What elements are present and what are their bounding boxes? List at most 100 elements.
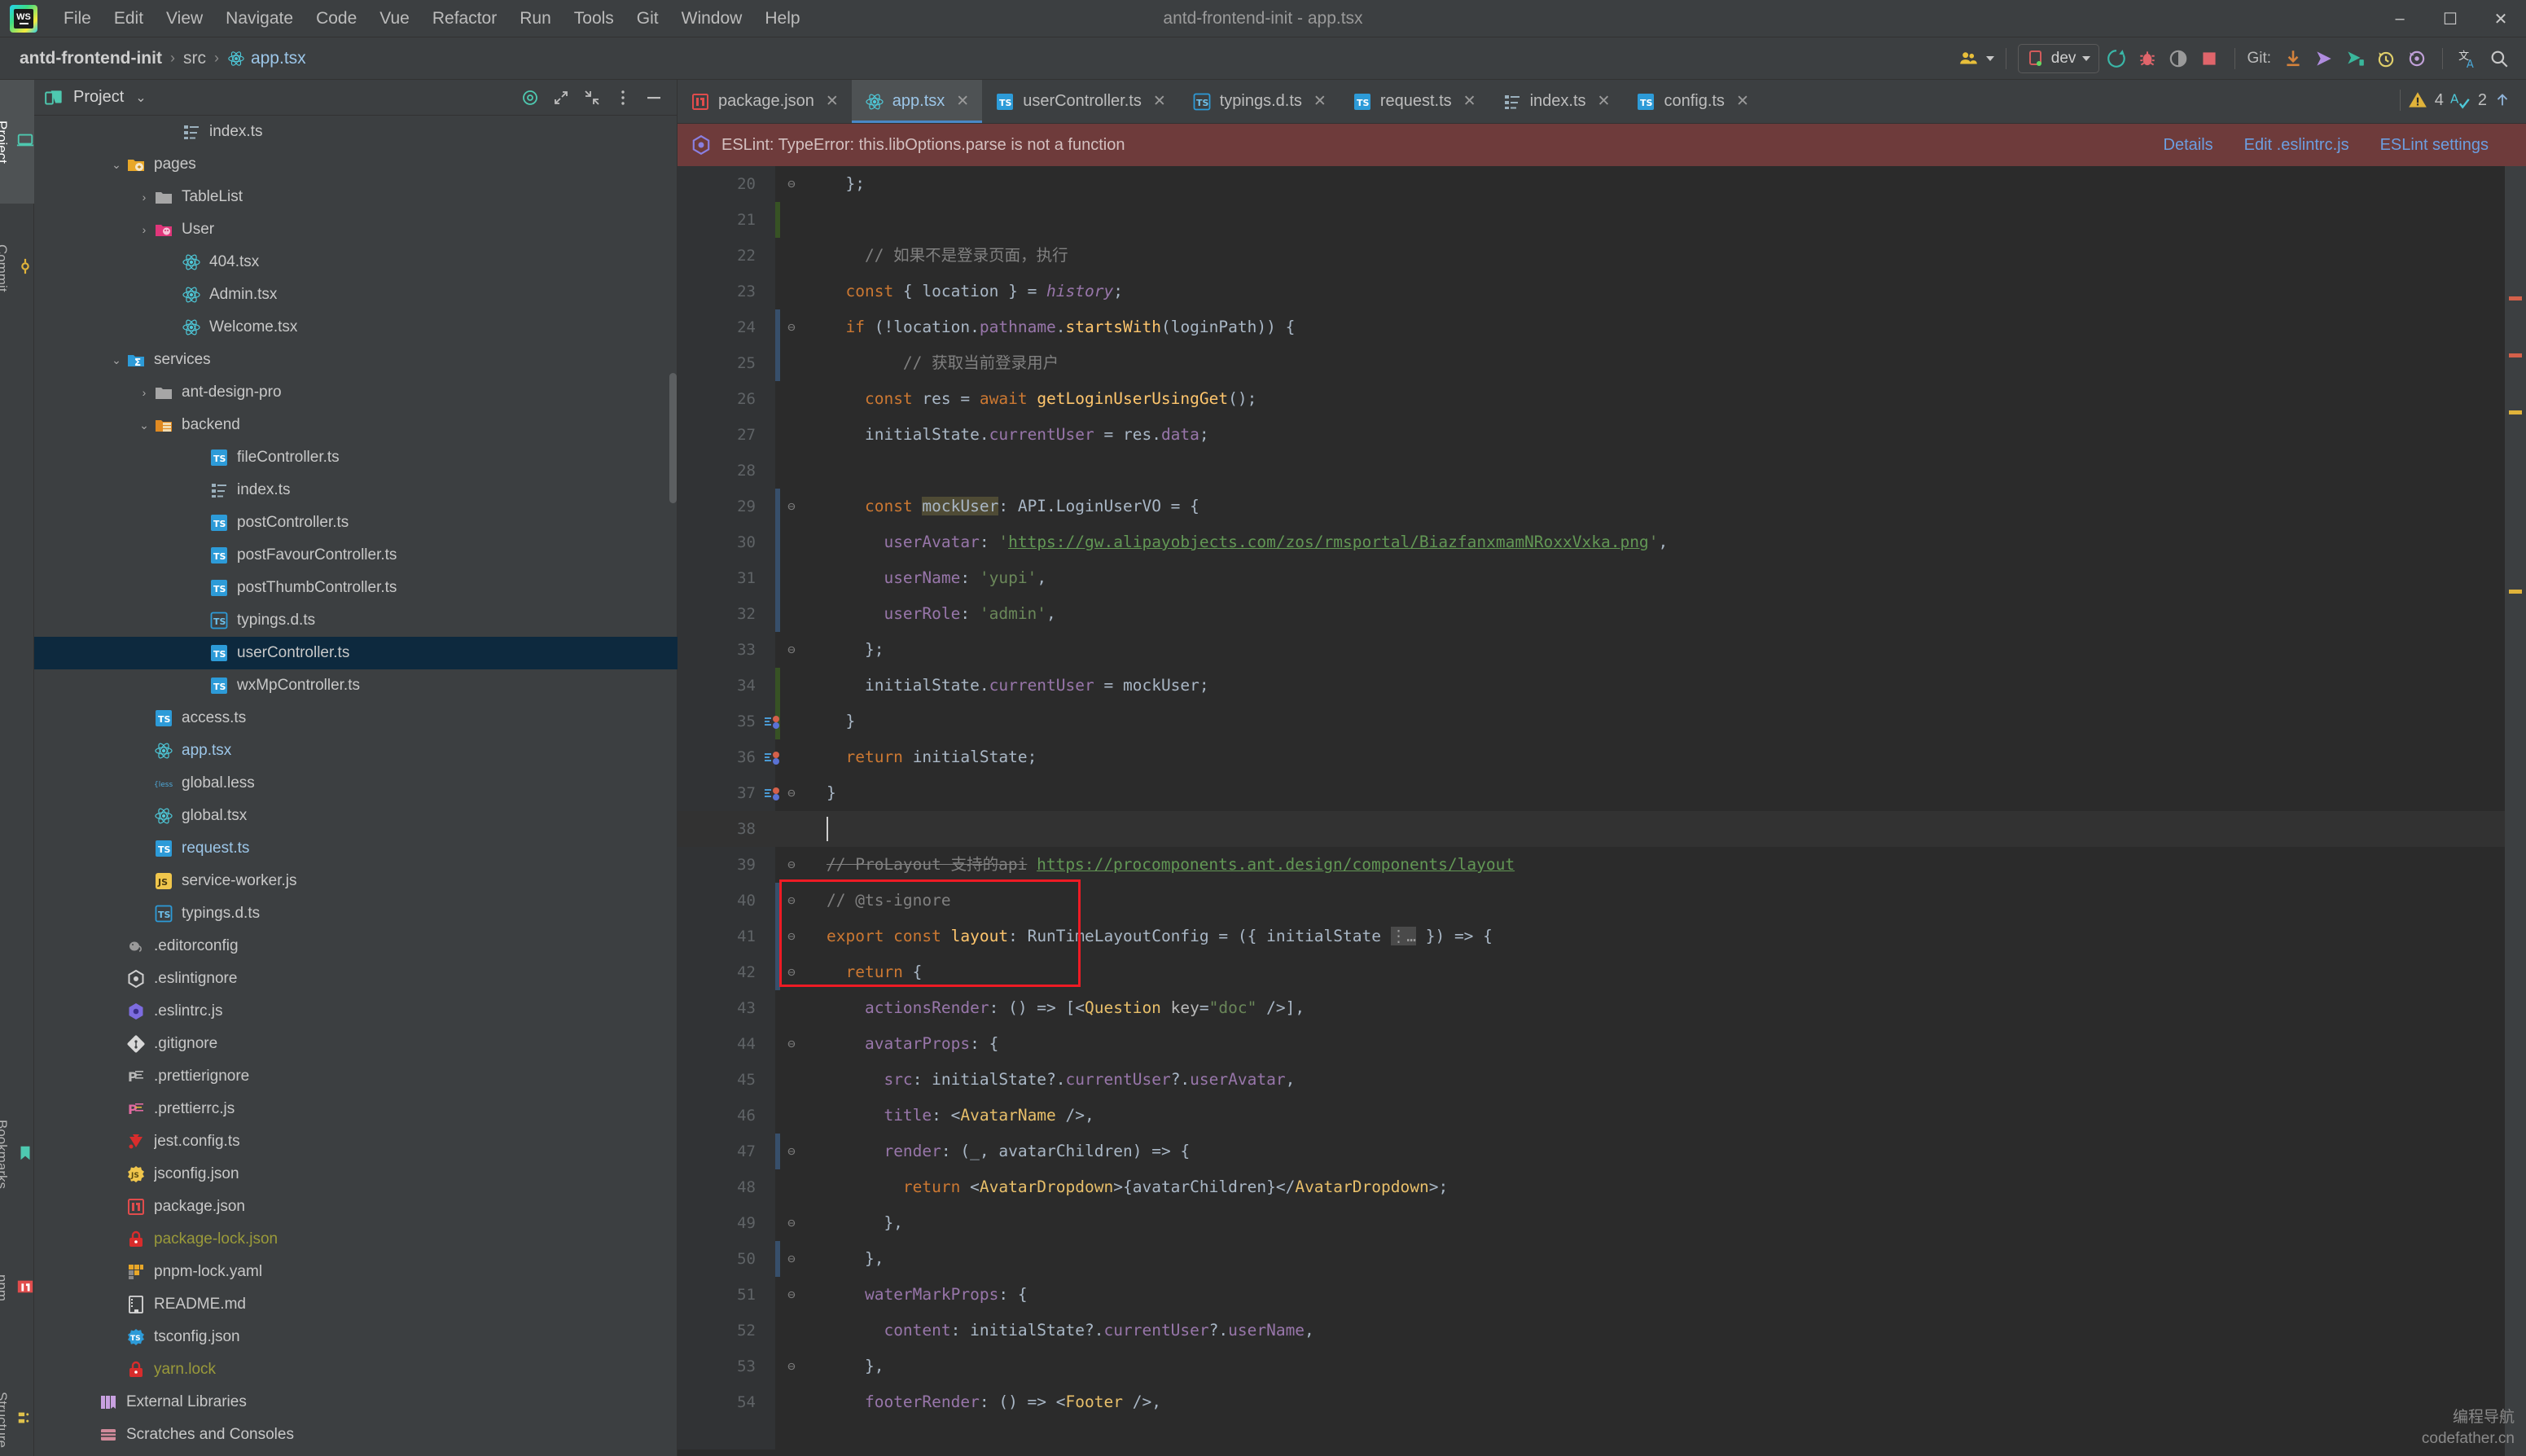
search-icon[interactable]: [2485, 45, 2513, 72]
menu-help[interactable]: Help: [753, 6, 811, 32]
menu-run[interactable]: Run: [508, 6, 563, 32]
tree-item-pages[interactable]: ⌄ pages: [34, 148, 678, 181]
tree-item-readme-md[interactable]: README.md: [34, 1288, 678, 1321]
code-line[interactable]: 39 ⊖ // ProLayout 支持的api https://procompon…: [678, 847, 2526, 883]
code-line[interactable]: 53 ⊖ },: [678, 1349, 2526, 1384]
tree-item-user[interactable]: › User: [34, 213, 678, 246]
tree-item-postcontroller-ts[interactable]: TS postController.ts: [34, 507, 678, 539]
code-line[interactable]: 27 initialState.currentUser = res.data;: [678, 417, 2526, 453]
editor-tab-app-tsx[interactable]: app.tsx ✕: [851, 80, 983, 123]
code-line[interactable]: 50 ⊖ },: [678, 1241, 2526, 1277]
code-line[interactable]: 54 footerRender: () => <Footer />,: [678, 1384, 2526, 1420]
code-line[interactable]: 48 return <AvatarDropdown>{avatarChildre…: [678, 1169, 2526, 1205]
code-fold-icon[interactable]: ⊖: [783, 1026, 800, 1062]
menu-view[interactable]: View: [155, 6, 214, 32]
tree-item-filecontroller-ts[interactable]: TS fileController.ts: [34, 441, 678, 474]
tree-item-access-ts[interactable]: TS access.ts: [34, 702, 678, 735]
editor-tab-typings-d-ts[interactable]: TS typings.d.ts ✕: [1179, 80, 1340, 123]
tree-item--prettierrc-js[interactable]: P .prettierrc.js: [34, 1093, 678, 1125]
stop-icon[interactable]: [2195, 45, 2223, 72]
code-line[interactable]: 23 const { location } = history;: [678, 274, 2526, 309]
scroll-to-source-icon[interactable]: [517, 85, 543, 111]
gutter-marker[interactable]: [762, 749, 782, 769]
code-line[interactable]: 20 ⊖ };: [678, 166, 2526, 202]
tree-item-tsconfig-json[interactable]: TS tsconfig.json: [34, 1321, 678, 1353]
chevron-down-icon[interactable]: ⌄: [135, 419, 153, 432]
gutter-marker[interactable]: [762, 713, 782, 733]
inspection-mark[interactable]: [2509, 410, 2522, 414]
tree-item--prettierignore[interactable]: P .prettierignore: [34, 1060, 678, 1093]
inspection-mark[interactable]: [2509, 590, 2522, 594]
tree-item-jsconfig-json[interactable]: JS jsconfig.json: [34, 1158, 678, 1191]
code-line[interactable]: 46 title: <AvatarName />,: [678, 1098, 2526, 1134]
code-content[interactable]: 20 ⊖ }; 21 22 // 如果不是登录页面，执行 23 const { loca…: [678, 166, 2526, 1456]
eslint-settings-link[interactable]: ESLint settings: [2380, 136, 2489, 155]
tree-item-global-tsx[interactable]: global.tsx: [34, 800, 678, 832]
people-icon[interactable]: [1955, 45, 1983, 72]
run-icon[interactable]: [2103, 45, 2130, 72]
code-line[interactable]: 51 ⊖ waterMarkProps: {: [678, 1277, 2526, 1313]
editor-tab-index-ts[interactable]: index.ts ✕: [1489, 80, 1624, 123]
git-update-icon[interactable]: [2279, 45, 2307, 72]
close-icon[interactable]: ✕: [826, 92, 839, 111]
code-line[interactable]: 42 ⊖ return {: [678, 954, 2526, 990]
chevron-down-icon[interactable]: ⌄: [107, 158, 125, 172]
code-line[interactable]: 31 userName: 'yupi',: [678, 560, 2526, 596]
code-editor[interactable]: 20 ⊖ }; 21 22 // 如果不是登录页面，执行 23 const { loca…: [678, 166, 2526, 1456]
expand-all-icon[interactable]: [548, 85, 574, 111]
code-line[interactable]: 34 initialState.currentUser = mockUser;: [678, 668, 2526, 704]
chevron-down-icon[interactable]: ⌄: [107, 353, 125, 367]
editor-tabs[interactable]: package.json ✕ app.tsx ✕ TS userController.t…: [678, 80, 2526, 124]
menu-file[interactable]: File: [52, 6, 103, 32]
sidebar-item-project[interactable]: Project: [0, 80, 34, 204]
tree-item--editorconfig[interactable]: .editorconfig: [34, 930, 678, 963]
code-fold-icon[interactable]: ⊖: [783, 919, 800, 954]
breadcrumb-folder[interactable]: src: [183, 49, 206, 68]
history-icon[interactable]: [2372, 45, 2400, 72]
code-fold-icon[interactable]: ⊖: [783, 309, 800, 345]
more-options-icon[interactable]: [610, 85, 636, 111]
menu-git[interactable]: Git: [625, 6, 670, 32]
hide-panel-icon[interactable]: [641, 85, 667, 111]
breadcrumb-project[interactable]: antd-frontend-init: [20, 49, 162, 68]
menu-edit[interactable]: Edit: [103, 6, 155, 32]
code-fold-icon[interactable]: ⊖: [783, 489, 800, 524]
tree-item-tablelist[interactable]: › TableList: [34, 181, 678, 213]
code-fold-icon[interactable]: ⊖: [783, 1134, 800, 1169]
maximize-button[interactable]: ☐: [2425, 0, 2476, 37]
tree-item-app-tsx[interactable]: app.tsx: [34, 735, 678, 767]
inspection-summary[interactable]: 4 A 2: [2399, 80, 2526, 121]
tree-item-index-ts[interactable]: index.ts: [34, 116, 678, 148]
tree-item-package-json[interactable]: package.json: [34, 1191, 678, 1223]
tree-item-yarn-lock[interactable]: yarn.lock: [34, 1353, 678, 1386]
code-line[interactable]: 40 ⊖ // @ts-ignore: [678, 883, 2526, 919]
breadcrumb-file[interactable]: app.tsx: [251, 49, 306, 68]
close-icon[interactable]: ✕: [1313, 92, 1327, 111]
chevron-up-icon[interactable]: [2493, 90, 2511, 111]
code-line[interactable]: 44 ⊖ avatarProps: {: [678, 1026, 2526, 1062]
code-fold-icon[interactable]: ⊖: [783, 883, 800, 919]
tree-item-postthumbcontroller-ts[interactable]: TS postThumbController.ts: [34, 572, 678, 604]
code-line[interactable]: 52 content: initialState?.currentUser?.u…: [678, 1313, 2526, 1349]
rollback-icon[interactable]: [2403, 45, 2431, 72]
close-icon[interactable]: ✕: [1598, 92, 1611, 111]
git-push-icon[interactable]: [2310, 45, 2338, 72]
code-fold-icon[interactable]: ⊖: [783, 1349, 800, 1384]
git-commit-icon[interactable]: [2341, 45, 2369, 72]
close-icon[interactable]: ✕: [1153, 92, 1166, 111]
details-link[interactable]: Details: [2164, 136, 2213, 155]
menu-vue[interactable]: Vue: [368, 6, 421, 32]
code-line[interactable]: 41 ⊖ export const layout: RunTimeLayoutCon…: [678, 919, 2526, 954]
chevron-right-icon[interactable]: ›: [135, 191, 153, 204]
debug-icon[interactable]: [2134, 45, 2161, 72]
tree-item-admin-tsx[interactable]: Admin.tsx: [34, 278, 678, 311]
tree-item-typings-d-ts[interactable]: TS typings.d.ts: [34, 897, 678, 930]
tree-item-global-less[interactable]: {less} global.less: [34, 767, 678, 800]
close-button[interactable]: ✕: [2476, 0, 2526, 37]
code-line[interactable]: 26 const res = await getLoginUserUsingGe…: [678, 381, 2526, 417]
menu-navigate[interactable]: Navigate: [214, 6, 305, 32]
collapse-all-icon[interactable]: [579, 85, 605, 111]
minimize-button[interactable]: –: [2375, 0, 2425, 37]
code-fold-icon[interactable]: ⊖: [783, 1241, 800, 1277]
code-line[interactable]: 45 src: initialState?.currentUser?.userA…: [678, 1062, 2526, 1098]
